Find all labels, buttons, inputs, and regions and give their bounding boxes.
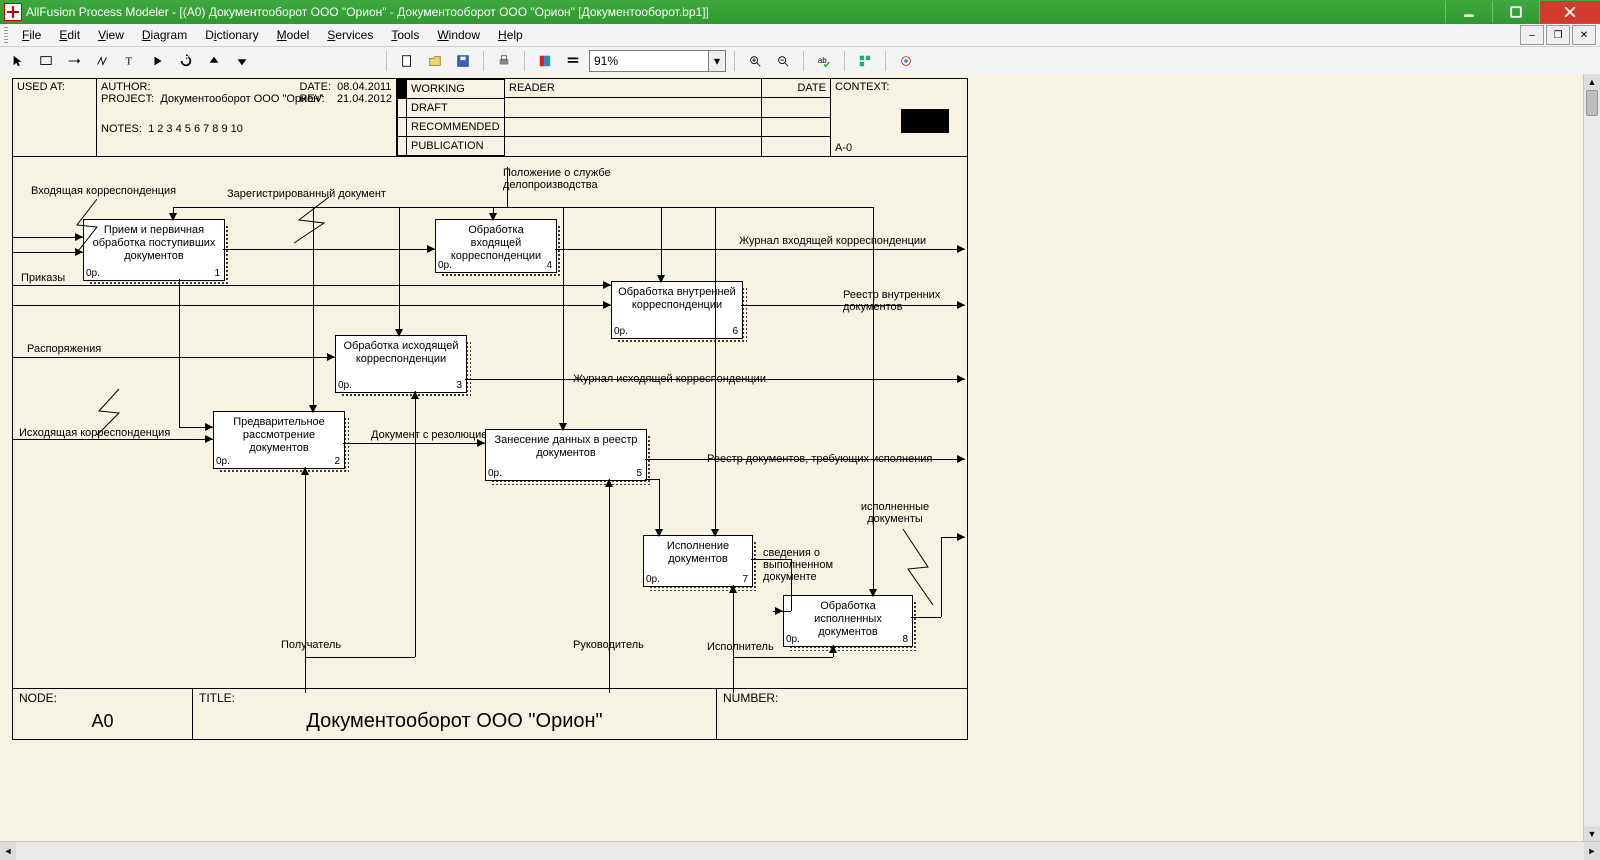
window-minimize-button[interactable] xyxy=(1445,1,1492,23)
activity-box-2[interactable]: Предварительное рассмотрение документов … xyxy=(213,411,345,469)
arrow-tool-button[interactable] xyxy=(62,49,86,73)
label-regulation: Положение о службе делопроизводства xyxy=(503,167,633,191)
squiggle-icon xyxy=(289,195,339,245)
scroll-right-button[interactable]: ► xyxy=(1584,842,1600,860)
toolbar: T ▾ ab xyxy=(0,47,1600,76)
zoom-in-button[interactable] xyxy=(743,49,767,73)
footer-title: TITLE: Документооборот ООО "Орион" xyxy=(193,689,717,739)
scroll-down-button[interactable]: ▼ xyxy=(1584,826,1600,842)
header-context-block: CONTEXT: A-0 xyxy=(831,79,967,156)
header-used-at: USED AT: xyxy=(13,79,97,156)
label-executed-docs: исполненные документы xyxy=(845,501,945,525)
print-button[interactable] xyxy=(492,49,516,73)
mdi-minimize-button[interactable]: – xyxy=(1520,25,1544,45)
label-recipient: Получатель xyxy=(281,639,341,651)
diagram-footer: NODE: A0 TITLE: Документооборот ООО "Ори… xyxy=(13,688,967,739)
activity-box-7[interactable]: Исполнение документов 0р.7 xyxy=(643,535,753,587)
label-document-with-resolution: Документ с резолюцией xyxy=(371,429,494,441)
zoom-combo-button[interactable] xyxy=(561,49,585,73)
label-directives: Распоряжения xyxy=(27,343,101,355)
diagram-frame: USED AT: AUTHOR: PROJECT: Документооборо… xyxy=(12,78,968,740)
footer-node: NODE: A0 xyxy=(13,689,193,739)
menu-help[interactable]: Help xyxy=(490,26,531,44)
squiggle-tool-button[interactable] xyxy=(90,49,114,73)
diagram-canvas[interactable]: Входящая корреспонденция Приказы Распоря… xyxy=(13,157,967,688)
menu-diagram[interactable]: Diagram xyxy=(134,26,195,44)
menu-model[interactable]: Model xyxy=(269,26,318,44)
window-titlebar: AllFusion Process Modeler - [(A0) Докуме… xyxy=(0,0,1600,24)
app-icon xyxy=(4,3,22,21)
open-button[interactable] xyxy=(423,49,447,73)
diagram-header: USED AT: AUTHOR: PROJECT: Документооборо… xyxy=(13,79,967,157)
window-close-button[interactable] xyxy=(1539,1,1600,23)
squiggle-icon xyxy=(893,527,943,607)
menu-file[interactable]: File xyxy=(14,26,49,44)
zoom-select[interactable]: ▾ xyxy=(589,50,726,72)
menubar: File Edit View Diagram Dictionary Model … xyxy=(0,24,1600,47)
zoom-input[interactable] xyxy=(590,54,708,68)
pointer-tool-button[interactable] xyxy=(6,49,30,73)
menu-services[interactable]: Services xyxy=(319,26,381,44)
zoom-out-button[interactable] xyxy=(771,49,795,73)
label-execution-info: сведения о выполненном документе xyxy=(763,547,853,583)
menu-edit[interactable]: Edit xyxy=(51,26,88,44)
text-tool-button[interactable]: T xyxy=(118,49,142,73)
mdi-close-button[interactable]: ✕ xyxy=(1572,25,1596,45)
activity-box-3[interactable]: Обработка исходящей корреспонденции 0р.3 xyxy=(335,335,467,393)
model-explorer-button[interactable] xyxy=(853,49,877,73)
header-author-block: AUTHOR: PROJECT: Документооборот ООО "Ор… xyxy=(97,79,397,156)
label-executor: Исполнитель xyxy=(707,641,774,653)
save-button[interactable] xyxy=(451,49,475,73)
move-up-button[interactable] xyxy=(202,49,226,73)
header-reader-block: READER DATE xyxy=(505,79,831,156)
svg-text:T: T xyxy=(126,57,133,68)
scroll-thumb[interactable] xyxy=(1586,90,1598,116)
footer-number: NUMBER: xyxy=(717,689,967,739)
report-button[interactable] xyxy=(894,49,918,73)
context-thumbnail-icon xyxy=(901,109,949,133)
activity-box-tool-button[interactable] xyxy=(34,49,58,73)
window-maximize-button[interactable] xyxy=(1492,1,1539,23)
activity-box-5[interactable]: Занесение данных в реестр документов 0р.… xyxy=(485,429,647,481)
squiggle-icon xyxy=(91,387,131,437)
label-incoming-journal: Журнал входящей корреспонденции xyxy=(739,235,926,247)
menu-window[interactable]: Window xyxy=(429,26,488,44)
zoom-dropdown-button[interactable]: ▾ xyxy=(708,51,725,71)
label-orders: Приказы xyxy=(21,272,65,284)
model-colors-button[interactable] xyxy=(533,49,557,73)
move-down-button[interactable] xyxy=(230,49,254,73)
diagram-workspace[interactable]: USED AT: AUTHOR: PROJECT: Документооборо… xyxy=(0,74,1600,842)
toolbar-grip-icon xyxy=(4,27,8,43)
spellcheck-button[interactable]: ab xyxy=(812,49,836,73)
menu-dictionary[interactable]: Dictionary xyxy=(197,26,266,44)
mdi-restore-button[interactable]: ❐ xyxy=(1546,25,1570,45)
activity-box-6[interactable]: Обработка внутренней корреспонденции 0р.… xyxy=(611,281,743,339)
new-button[interactable] xyxy=(395,49,419,73)
label-internal-registry: Реестр внутренних документов xyxy=(843,289,963,313)
play-button[interactable] xyxy=(146,49,170,73)
header-status-block: WORKING DRAFT RECOMMENDED PUBLICATION xyxy=(397,79,505,156)
window-title: AllFusion Process Modeler - [(A0) Докуме… xyxy=(26,5,709,19)
label-incoming-correspondence: Входящая корреспонденция xyxy=(31,185,176,197)
menu-tools[interactable]: Tools xyxy=(383,26,427,44)
scroll-up-button[interactable]: ▲ xyxy=(1584,74,1600,90)
vertical-scrollbar[interactable]: ▲ ▼ xyxy=(1583,74,1600,842)
svg-text:ab: ab xyxy=(818,56,827,65)
scroll-left-button[interactable]: ◄ xyxy=(0,842,16,860)
horizontal-scrollbar[interactable]: ◄ ► xyxy=(0,841,1600,860)
menu-view[interactable]: View xyxy=(90,26,132,44)
squiggle-icon xyxy=(67,197,107,257)
activity-box-4[interactable]: Обработка входящей корреспонденции 0р.4 xyxy=(435,219,557,273)
redo-button[interactable] xyxy=(174,49,198,73)
